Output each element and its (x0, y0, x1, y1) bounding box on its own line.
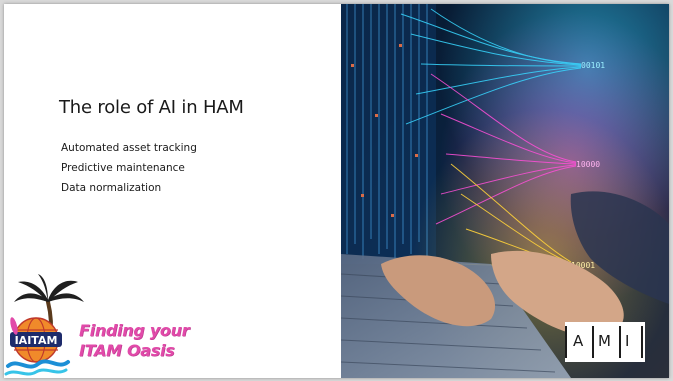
slide-title: The role of AI in HAM (59, 97, 244, 118)
logo-divider (641, 326, 643, 358)
conference-logo: IAITAM Finding your ITAM Oasis (4, 274, 194, 378)
bullet-item: Predictive maintenance (61, 162, 185, 174)
logo-tagline-line1: Finding your (79, 321, 190, 340)
binary-readout-top: 00101 (581, 61, 605, 70)
logo-badge-text: IAITAM (15, 334, 58, 347)
binary-readout-mid: 10000 (576, 160, 600, 169)
bullet-list: Automated asset tracking Predictive main… (61, 138, 197, 198)
logo-letter: M (598, 332, 612, 350)
bullet-item: Automated asset tracking (61, 142, 197, 154)
logo-tagline-line2: ITAM Oasis (79, 341, 175, 360)
logo-divider (565, 326, 567, 358)
logo-divider (619, 326, 621, 358)
logo-letter: I (625, 332, 630, 350)
company-logo: A M I (565, 322, 645, 362)
logo-letter: A (573, 332, 584, 350)
logo-divider (592, 326, 594, 358)
slide: The role of AI in HAM Automated asset tr… (4, 4, 669, 378)
bullet-item: Data normalization (61, 182, 162, 194)
slide-text-panel: The role of AI in HAM Automated asset tr… (4, 4, 341, 378)
